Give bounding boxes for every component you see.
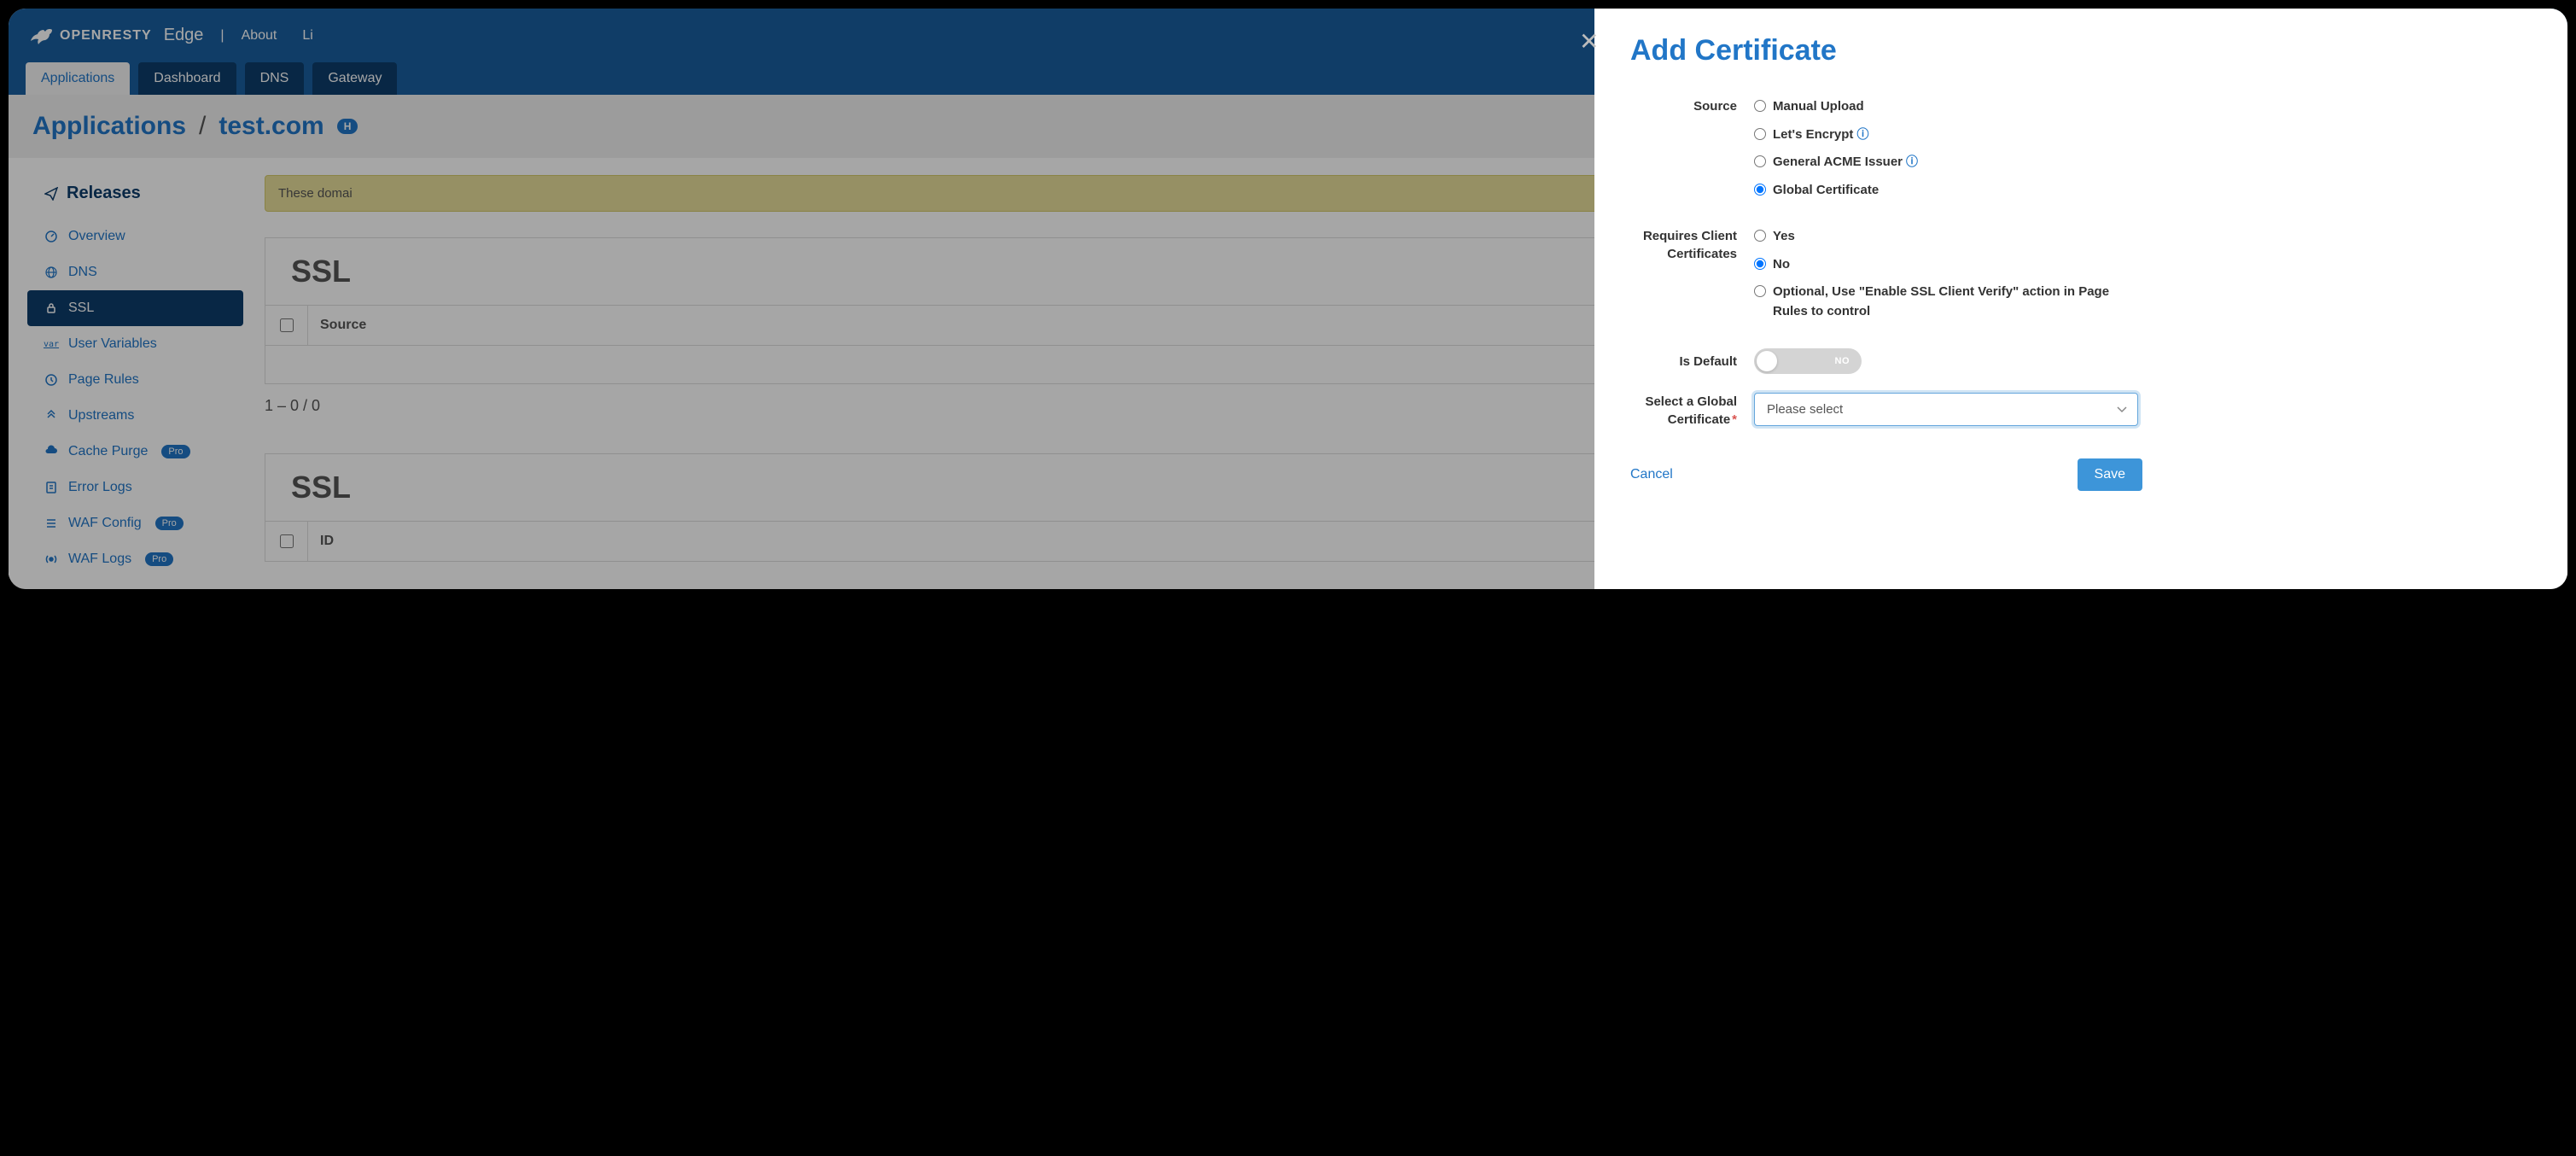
global-cert-select[interactable]: Please select: [1754, 393, 2138, 426]
radio-global-cert[interactable]: [1754, 184, 1766, 196]
radio-label: Optional, Use "Enable SSL Client Verify"…: [1773, 283, 2138, 321]
radio-client-optional[interactable]: [1754, 285, 1766, 297]
cancel-button[interactable]: Cancel: [1630, 467, 1673, 482]
radio-label: Let's Encryptⓘ: [1773, 126, 1868, 145]
toggle-knob: [1757, 351, 1777, 371]
modal-title: Add Certificate: [1630, 34, 2525, 67]
is-default-toggle[interactable]: NO: [1754, 348, 1862, 374]
label-select-global: Select a Global Certificate*: [1630, 393, 1754, 429]
info-icon[interactable]: ⓘ: [1906, 155, 1918, 168]
radio-manual-upload[interactable]: [1754, 100, 1766, 112]
radio-label: Manual Upload: [1773, 97, 1864, 117]
source-option-acme[interactable]: General ACME Issuerⓘ: [1754, 153, 2525, 172]
radio-label: Yes: [1773, 227, 1795, 247]
source-option-manual[interactable]: Manual Upload: [1754, 97, 2525, 117]
required-mark: *: [1732, 412, 1737, 427]
close-icon[interactable]: ✕: [1579, 27, 1599, 55]
radio-client-no[interactable]: [1754, 258, 1766, 270]
source-option-global[interactable]: Global Certificate: [1754, 181, 2525, 201]
add-certificate-modal: ✕ Add Certificate Source Manual Upload L…: [1594, 9, 2567, 589]
label-client-cert: Requires Client Certificates: [1630, 227, 1754, 330]
radio-acme[interactable]: [1754, 155, 1766, 167]
client-cert-optional[interactable]: Optional, Use "Enable SSL Client Verify"…: [1754, 283, 2138, 321]
client-cert-yes[interactable]: Yes: [1754, 227, 2138, 247]
label-is-default: Is Default: [1630, 353, 1754, 371]
radio-label: Global Certificate: [1773, 181, 1879, 201]
client-cert-no[interactable]: No: [1754, 255, 2138, 275]
toggle-state-label: NO: [1835, 356, 1850, 366]
info-icon[interactable]: ⓘ: [1856, 127, 1868, 141]
modal-overlay[interactable]: ✕ Add Certificate Source Manual Upload L…: [9, 9, 2567, 589]
label-source: Source: [1630, 97, 1754, 208]
radio-label: General ACME Issuerⓘ: [1773, 153, 1918, 172]
radio-lets-encrypt[interactable]: [1754, 128, 1766, 140]
radio-label: No: [1773, 255, 1790, 275]
radio-client-yes[interactable]: [1754, 230, 1766, 242]
source-option-letsencrypt[interactable]: Let's Encryptⓘ: [1754, 126, 2525, 145]
save-button[interactable]: Save: [2078, 458, 2142, 491]
